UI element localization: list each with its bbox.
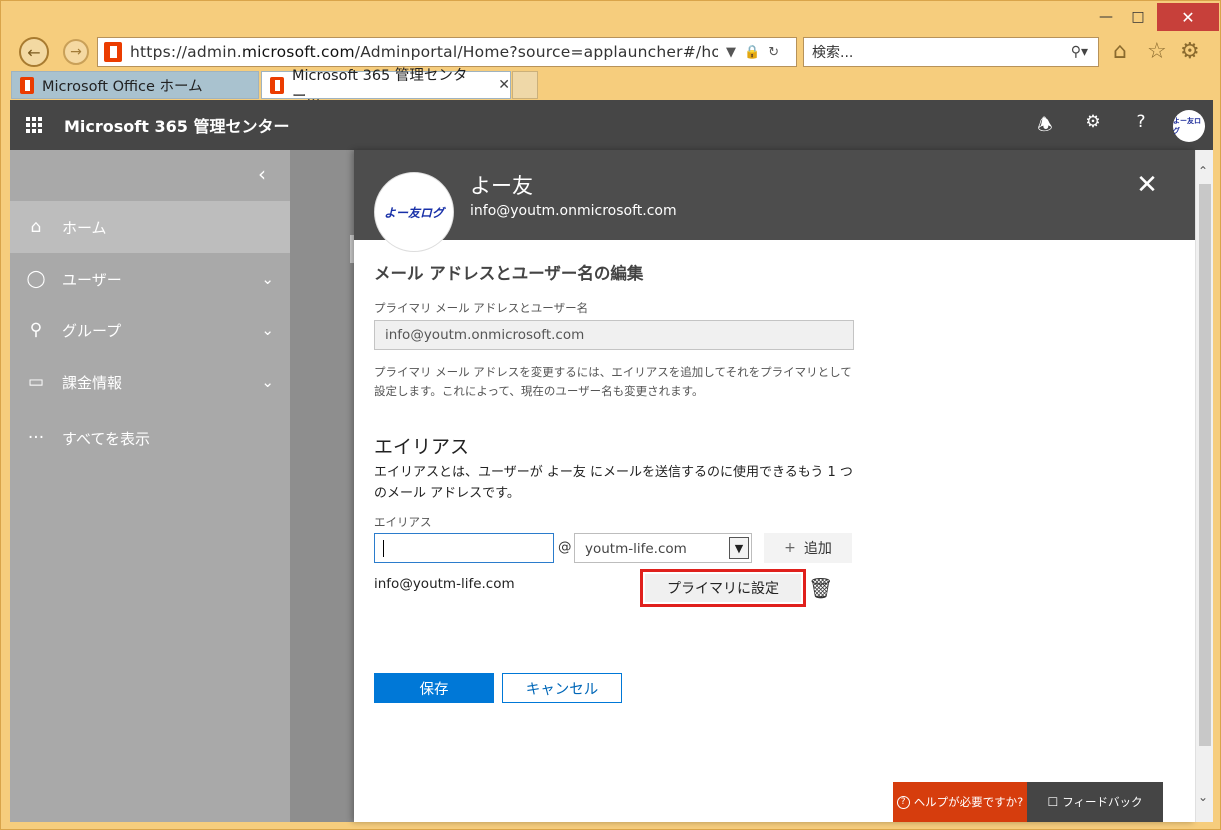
- tab-admin-center[interactable]: Microsoft 365 管理センター... ✕: [261, 68, 511, 105]
- sidebar-item-show-all[interactable]: ··· すべてを表示: [10, 412, 290, 464]
- favorites-star-icon[interactable]: ☆: [1147, 39, 1167, 64]
- edit-user-panel: よー友 info@youtm.onmicrosoft.com ✕ よー友ログ メ…: [354, 150, 1195, 822]
- primary-email-label: プライマリ メール アドレスとユーザー名: [374, 301, 589, 315]
- alias-description: エイリアスとは、ユーザーが よー友 にメールを送信するのに使用できるもう 1 つ…: [374, 465, 853, 501]
- user-email: info@youtm.onmicrosoft.com: [470, 203, 677, 219]
- set-primary-button[interactable]: プライマリに設定: [645, 574, 801, 602]
- sidebar-item-billing[interactable]: ▭ 課金情報 ⌄: [10, 356, 290, 408]
- search-placeholder: 検索...: [812, 45, 854, 61]
- app-title: Microsoft 365 管理センター: [64, 117, 290, 136]
- chevron-down-icon[interactable]: ▼: [729, 537, 749, 559]
- app-launcher-icon[interactable]: [26, 117, 42, 133]
- chevron-down-icon: ⌄: [261, 270, 274, 288]
- trash-icon[interactable]: 🗑: [808, 576, 833, 600]
- home-icon: ⌂: [30, 217, 42, 237]
- scroll-up-icon[interactable]: ⌃: [1198, 164, 1208, 178]
- close-panel-icon[interactable]: ✕: [1132, 170, 1162, 200]
- vertical-scrollbar[interactable]: ⌃ ⌄: [1195, 150, 1213, 822]
- save-button[interactable]: 保存: [374, 673, 494, 703]
- home-toolbar-icon[interactable]: ⌂: [1113, 39, 1127, 64]
- scroll-thumb[interactable]: [1199, 184, 1211, 746]
- comment-icon: ☐: [1047, 795, 1059, 809]
- app-header: Microsoft 365 管理センター 🕭 ⚙ ? よー友ログ: [10, 100, 1213, 150]
- primary-email-field: info@youtm.onmicrosoft.com: [374, 320, 854, 350]
- at-sign: @: [558, 539, 572, 555]
- panel-header: よー友 info@youtm.onmicrosoft.com ✕: [354, 150, 1195, 240]
- sidebar-item-groups[interactable]: ⚲ グループ ⌄: [10, 304, 290, 356]
- settings-icon[interactable]: ⚙: [1080, 112, 1106, 132]
- sidebar-item-home[interactable]: ⌂ ホーム: [10, 201, 290, 253]
- lock-icon: 🔒: [744, 44, 761, 60]
- browser-window: — □ ✕ ← → https://admin.microsoft.com/Ad…: [0, 0, 1221, 830]
- collapse-chevron-icon[interactable]: ‹: [258, 162, 266, 186]
- search-box[interactable]: 検索... ⚲▾: [803, 37, 1099, 67]
- user-avatar: よー友ログ: [374, 172, 454, 252]
- sidebar: ‹ ⌂ ホーム ◯ ユーザー ⌄ ⚲ グループ ⌄ ▭ 課金情報 ⌄ ··· す…: [10, 150, 290, 822]
- office-tab-icon: [20, 76, 34, 94]
- account-avatar[interactable]: よー友ログ: [1173, 110, 1205, 142]
- close-window-button[interactable]: ✕: [1157, 3, 1219, 31]
- scroll-down-icon[interactable]: ⌄: [1198, 790, 1208, 804]
- set-primary-highlight: プライマリに設定: [640, 569, 806, 607]
- maximize-button[interactable]: □: [1124, 3, 1152, 31]
- feedback-button[interactable]: ☐ フィードバック: [1027, 782, 1163, 822]
- forward-arrow-icon[interactable]: →: [63, 39, 89, 65]
- tab-office-home[interactable]: Microsoft Office ホーム: [11, 71, 259, 99]
- gear-toolbar-icon[interactable]: ⚙: [1180, 39, 1200, 64]
- dropdown-arrow-icon[interactable]: ▼: [726, 45, 736, 60]
- search-icon[interactable]: ⚲▾: [1071, 44, 1088, 60]
- new-tab-button[interactable]: [512, 71, 538, 99]
- alias-list-item: info@youtm-life.com: [374, 576, 515, 592]
- add-alias-button[interactable]: + 追加: [764, 533, 852, 563]
- minimize-button[interactable]: —: [1092, 3, 1120, 31]
- address-bar[interactable]: https://admin.microsoft.com/Adminportal/…: [97, 37, 797, 67]
- alias-heading: エイリアス: [374, 436, 470, 458]
- alias-field-label: エイリアス: [374, 515, 432, 529]
- section-title: メール アドレスとユーザー名の編集: [374, 264, 644, 283]
- domain-select[interactable]: youtm-life.com ▼: [574, 533, 752, 563]
- back-arrow-icon[interactable]: ←: [19, 37, 49, 67]
- user-icon: ◯: [26, 269, 46, 289]
- office-tab-icon: [270, 76, 284, 94]
- group-icon: ⚲: [29, 320, 43, 340]
- primary-email-note: プライマリ メール アドレスを変更するには、エイリアスを追加してそれをプライマリ…: [374, 365, 852, 398]
- close-tab-icon[interactable]: ✕: [498, 77, 510, 93]
- bell-icon[interactable]: 🕭: [1032, 112, 1058, 141]
- ellipsis-icon: ···: [27, 428, 45, 448]
- question-icon: ?: [896, 795, 910, 809]
- url-text[interactable]: https://admin.microsoft.com/Adminportal/…: [130, 43, 718, 61]
- help-icon[interactable]: ?: [1128, 112, 1154, 132]
- cancel-button[interactable]: キャンセル: [502, 673, 622, 703]
- alias-input[interactable]: [374, 533, 554, 563]
- chevron-down-icon: ⌄: [261, 321, 274, 339]
- plus-icon: +: [784, 540, 796, 556]
- user-name: よー友: [470, 174, 533, 198]
- chevron-down-icon: ⌄: [261, 373, 274, 391]
- office-logo-icon: [104, 42, 122, 62]
- main-content-dimmed: [290, 150, 354, 822]
- help-button[interactable]: ? ヘルプが必要ですか?: [893, 782, 1027, 822]
- sidebar-item-users[interactable]: ◯ ユーザー ⌄: [10, 253, 290, 305]
- card-icon: ▭: [27, 372, 45, 392]
- refresh-icon[interactable]: ↻: [768, 45, 779, 60]
